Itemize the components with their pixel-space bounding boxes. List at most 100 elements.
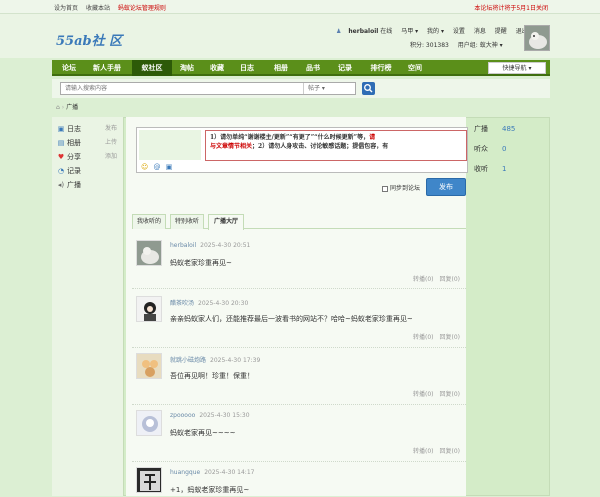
reply-link[interactable]: 回复(0) xyxy=(440,391,461,398)
bookmark-link[interactable]: 收藏本站 xyxy=(86,5,110,12)
tab-following[interactable]: 我收听的 xyxy=(132,214,166,229)
heart-icon: ♥ xyxy=(57,153,65,161)
user-avatar[interactable] xyxy=(524,25,550,51)
composer-toolbar: ☺ @ ▣ xyxy=(141,163,175,171)
breadcrumb: ⌂ › 广播 xyxy=(52,101,550,114)
top-bar: 设为首页 收藏本站 蚂蚁论坛管理规则 本论坛将计将于5月1日关闭 xyxy=(0,0,600,14)
broadcast-feed: herbaloil 2025-4-30 20:51 蚂蚁老家珍重再见~ 转播(0)… xyxy=(132,236,466,496)
post-time: 2025-4-30 20:30 xyxy=(198,300,249,307)
user-link-mine[interactable]: 我的 ▾ xyxy=(427,28,444,35)
broadcast-textarea[interactable]: 1）请勿单纯“谢谢楼主/更新”“有更了”“什么时候更新”等，请 与文章情节相关；… xyxy=(205,130,467,161)
repost-link[interactable]: 转播(0) xyxy=(413,448,434,455)
composer-hint-line1: 1）请勿单纯“谢谢楼主/更新”“有更了”“什么时候更新”等， xyxy=(210,134,370,141)
reply-link[interactable]: 回复(0) xyxy=(440,276,461,283)
nav-rankings[interactable]: 排行榜 xyxy=(364,60,398,76)
repost-link[interactable]: 转播(0) xyxy=(413,334,434,341)
sidebar-item-label: 分享 xyxy=(67,153,81,161)
reply-link[interactable]: 回复(0) xyxy=(440,448,461,455)
nav-favorites[interactable]: 收藏 xyxy=(204,60,230,76)
stat-following[interactable]: 收听 1 xyxy=(474,164,546,184)
avatar[interactable] xyxy=(136,353,162,379)
nav-community[interactable]: 蚁社区 xyxy=(132,60,172,76)
post-author[interactable]: 醋茶吹汤 xyxy=(170,300,194,307)
sidebar-item-share[interactable]: ♥ 分享 添加 xyxy=(57,151,121,163)
post-author[interactable]: huangque xyxy=(170,469,200,476)
nav-space[interactable]: 空间 xyxy=(402,60,428,76)
composer-avatar-area xyxy=(139,130,201,160)
upload-album-link[interactable]: 上传 xyxy=(105,137,117,149)
stat-label: 收听 xyxy=(474,165,488,173)
closing-notice[interactable]: 本论坛将计将于5月1日关闭 xyxy=(474,3,548,12)
sidebar-item-label: 相册 xyxy=(67,139,81,147)
post-time: 2025-4-30 17:39 xyxy=(210,357,261,364)
post-time: 2025-4-30 15:30 xyxy=(199,412,250,419)
publish-blog-link[interactable]: 发布 xyxy=(105,123,117,135)
tab-broadcast-hall[interactable]: 广播大厅 xyxy=(208,214,244,230)
search-scope-select[interactable]: 帖子 ▾ xyxy=(303,83,355,94)
search-icon xyxy=(364,84,373,93)
add-share-link[interactable]: 添加 xyxy=(105,151,117,163)
quick-nav-button[interactable]: 快捷导航 ▾ xyxy=(488,62,546,74)
repost-link[interactable]: 转播(0) xyxy=(413,391,434,398)
username[interactable]: herbaloil xyxy=(348,28,378,35)
sidebar-item-blog[interactable]: ▣ 日志 发布 xyxy=(57,123,121,135)
stat-listeners[interactable]: 听众 0 xyxy=(474,144,546,164)
avatar[interactable] xyxy=(136,296,162,322)
sync-to-forum[interactable]: 同步到论坛 xyxy=(382,183,420,192)
avatar[interactable] xyxy=(136,240,162,266)
home-icon[interactable]: ⌂ xyxy=(56,104,60,111)
sidebar-item-label: 记录 xyxy=(67,167,81,175)
sync-label: 同步到论坛 xyxy=(390,185,421,192)
nav-books[interactable]: 品书 xyxy=(300,60,326,76)
user-link-messages[interactable]: 消息 xyxy=(474,28,486,35)
rules-link[interactable]: 蚂蚁论坛管理规则 xyxy=(118,5,166,12)
nav-forum[interactable]: 论坛 xyxy=(56,60,82,76)
sidebar-item-broadcast[interactable]: ◂) 广播 xyxy=(57,179,121,191)
nav-records[interactable]: 记录 xyxy=(332,60,358,76)
sidebar-item-album[interactable]: ▤ 相册 上传 xyxy=(57,137,121,149)
stat-broadcasts[interactable]: 广播 485 xyxy=(474,124,546,144)
user-link-vest[interactable]: 马甲 ▾ xyxy=(401,28,418,35)
sidebar-item-label: 广播 xyxy=(67,181,81,189)
publish-button[interactable]: 发布 xyxy=(426,178,466,196)
nav-blog[interactable]: 日志 xyxy=(234,60,260,76)
image-icon[interactable]: ▣ xyxy=(166,163,173,171)
repost-link[interactable]: 转播(0) xyxy=(413,276,434,283)
reply-link[interactable]: 回复(0) xyxy=(440,334,461,341)
post-time: 2025-4-30 20:51 xyxy=(200,242,251,249)
list-item: zpooooo 2025-4-30 15:30 蚂蚁老家再见~~~~ 转播(0) 回… xyxy=(132,406,466,462)
search-input[interactable] xyxy=(61,83,261,94)
set-home-link[interactable]: 设为首页 xyxy=(54,5,78,12)
search-button[interactable] xyxy=(362,82,375,95)
composer-hint-red1: 请 xyxy=(369,134,376,141)
sidebar-item-records[interactable]: ◔ 记录 xyxy=(57,165,121,177)
nav-album[interactable]: 相册 xyxy=(268,60,294,76)
mention-icon[interactable]: @ xyxy=(154,163,161,171)
stat-value: 1 xyxy=(502,165,507,173)
post-author[interactable]: zpooooo xyxy=(170,412,195,419)
post-time: 2025-4-30 14:17 xyxy=(204,469,255,476)
avatar[interactable] xyxy=(136,467,162,493)
online-status[interactable]: 在线 xyxy=(380,28,392,35)
post-author[interactable]: herbaloil xyxy=(170,242,196,249)
post-message: 亲亲蚂蚁家人们，还能推荐最后一波看书的网站不？哈哈~蚂蚁老家珍重再见~ xyxy=(170,315,413,323)
stat-label: 听众 xyxy=(474,145,488,153)
user-group-label[interactable]: 用户组: 蚁大神 ▾ xyxy=(458,42,503,49)
sidebar-item-label: 日志 xyxy=(67,125,81,133)
main-nav: 论坛 新人手册 蚁社区 淘帖 收藏 日志 相册 品书 记录 排行榜 空间 快捷导… xyxy=(52,60,550,76)
list-item: 醋茶吹汤 2025-4-30 20:30 亲亲蚂蚁家人们，还能推荐最后一波看书的网… xyxy=(132,292,466,348)
tab-special[interactable]: 特别收听 xyxy=(170,214,204,229)
user-link-reminders[interactable]: 提醒 xyxy=(495,28,507,35)
site-logo[interactable]: 55ab社 区 xyxy=(56,30,122,49)
breadcrumb-current[interactable]: 广播 xyxy=(66,104,78,111)
user-link-settings[interactable]: 设置 xyxy=(453,28,465,35)
avatar[interactable] xyxy=(136,410,162,436)
post-author[interactable]: 就跳小磁炮路 xyxy=(170,357,206,364)
feed-tabs: 我收听的 特别收听 广播大厅 xyxy=(132,214,466,230)
points-label[interactable]: 积分: 301383 xyxy=(410,42,449,49)
nav-newbie-guide[interactable]: 新人手册 xyxy=(86,60,128,76)
sync-checkbox[interactable] xyxy=(382,185,388,192)
nav-collections[interactable]: 淘帖 xyxy=(174,60,200,76)
emoji-icon[interactable]: ☺ xyxy=(141,163,148,171)
stat-label: 广播 xyxy=(474,125,488,133)
